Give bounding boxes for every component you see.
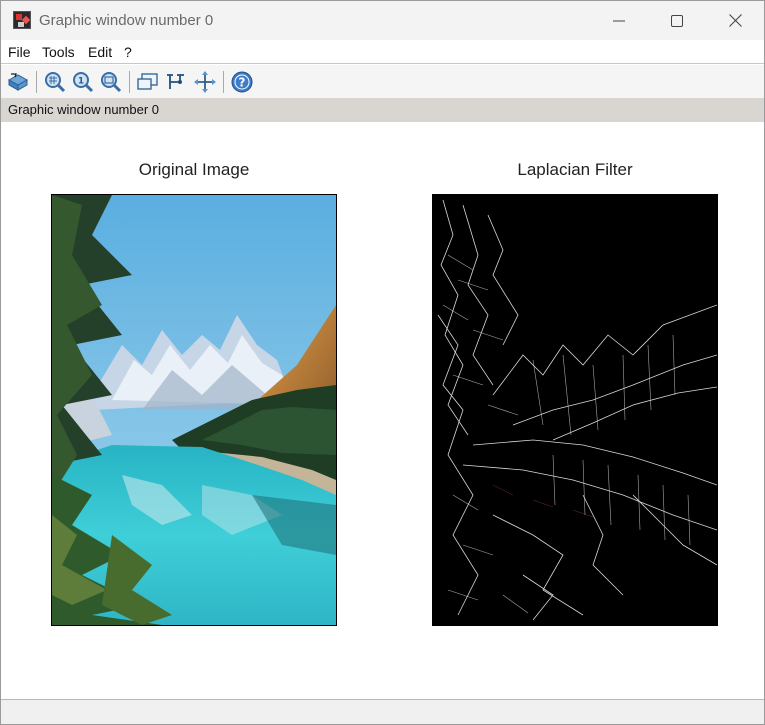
- original-landscape-image: [52, 195, 336, 625]
- minimize-button[interactable]: [590, 1, 648, 40]
- window-info-label: Graphic window number 0: [8, 102, 160, 117]
- zoom-in-button[interactable]: [43, 70, 67, 94]
- zoom-reset-icon: 1: [73, 72, 94, 93]
- original-image-title: Original Image: [138, 160, 250, 179]
- toolbar: 1 ?: [1, 65, 764, 98]
- menu-edit[interactable]: Edit: [88, 44, 112, 60]
- plot-canvas[interactable]: Original Image Laplacian Filter: [1, 122, 764, 699]
- zoom-area-icon: [101, 72, 122, 93]
- close-button[interactable]: [706, 1, 764, 40]
- rotate-button[interactable]: [6, 70, 30, 94]
- original-image-axes[interactable]: [51, 194, 337, 626]
- help-icon: ?: [231, 71, 253, 93]
- laplacian-filter-title: Laplacian Filter: [517, 160, 633, 179]
- pan-icon: [194, 71, 216, 93]
- window-title: Graphic window number 0: [39, 12, 214, 29]
- maximize-icon: [671, 14, 683, 27]
- curve-edit-button[interactable]: [164, 70, 188, 94]
- curve-edit-icon: [167, 74, 184, 89]
- menu-bar: File Tools Edit ?: [1, 40, 764, 64]
- close-icon: [728, 14, 742, 27]
- pan-button[interactable]: [193, 70, 217, 94]
- scilab-app-icon: [13, 11, 31, 29]
- minimize-icon: [613, 20, 625, 21]
- menu-tools[interactable]: Tools: [42, 44, 75, 60]
- svg-text:?: ?: [239, 76, 246, 90]
- help-button[interactable]: ?: [230, 70, 254, 94]
- laplacian-filter-axes[interactable]: [432, 194, 718, 626]
- laplacian-edge-image: [433, 195, 717, 625]
- zoom-reset-button[interactable]: 1: [71, 70, 95, 94]
- maximize-button[interactable]: [648, 1, 706, 40]
- zoom-area-button[interactable]: [99, 70, 123, 94]
- datatip-button[interactable]: [136, 70, 160, 94]
- menu-help[interactable]: ?: [124, 44, 132, 60]
- svg-text:1: 1: [78, 77, 84, 87]
- rotate-icon: [7, 73, 29, 91]
- status-bar: [1, 699, 764, 724]
- graphic-window: Graphic window number 0 File Tools Edit …: [0, 0, 765, 725]
- menu-file[interactable]: File: [8, 44, 31, 60]
- title-bar[interactable]: Graphic window number 0: [1, 1, 764, 40]
- window-info-bar: Graphic window number 0: [1, 98, 764, 122]
- zoom-in-icon: [45, 72, 66, 93]
- datatip-icon: [137, 73, 158, 90]
